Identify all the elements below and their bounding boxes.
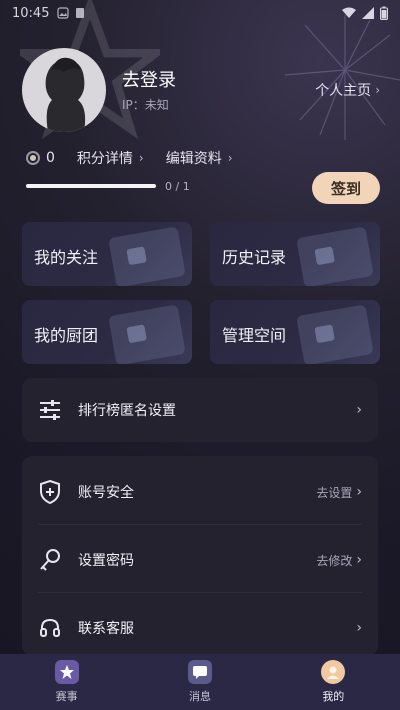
- checkin-button[interactable]: 签到: [312, 172, 380, 204]
- bottom-tab-bar: 赛事 消息 我的: [0, 654, 400, 710]
- card-following[interactable]: 我的关注: [22, 222, 192, 286]
- shield-plus-icon: [38, 480, 62, 504]
- set-password-action: 去修改: [316, 553, 353, 568]
- silhouette-icon: [45, 57, 86, 132]
- card-my-team-label: 我的厨团: [34, 326, 99, 345]
- card-history-label: 历史记录: [222, 248, 287, 267]
- headphones-icon: [38, 616, 62, 640]
- tab-events[interactable]: 赛事: [27, 660, 107, 704]
- card-decoration: [296, 226, 374, 286]
- checkin-progress-bar: [26, 184, 156, 188]
- customer-service-row[interactable]: 联系客服 ›: [22, 600, 378, 656]
- account-panel: 账号安全 去设置 › 设置密码 去修改 › 联系客服 ›: [22, 456, 378, 656]
- avatar[interactable]: [22, 48, 106, 132]
- account-security-action: 去设置: [316, 485, 353, 500]
- gallery-icon: [57, 7, 70, 19]
- key-icon: [38, 548, 62, 572]
- card-decoration: [108, 226, 186, 286]
- ranking-anon-label: 排行榜匿名设置: [78, 403, 176, 419]
- chevron-right-icon: ›: [356, 402, 362, 418]
- tab-mine-label: 我的: [322, 690, 345, 703]
- edit-profile-link[interactable]: 编辑资料: [166, 148, 222, 168]
- ip-text: IP：未知: [122, 98, 169, 112]
- wifi-icon: [342, 7, 356, 18]
- checkin-progress-fill: [26, 184, 156, 188]
- chevron-right-icon: ›: [356, 552, 362, 568]
- status-bar: 10:45: [0, 0, 400, 26]
- points-value: 0: [46, 150, 55, 166]
- chevron-right-icon: ›: [356, 484, 362, 500]
- star-icon: [54, 660, 79, 684]
- card-decoration: [108, 304, 186, 364]
- chevron-right-icon: ›: [227, 151, 233, 165]
- login-link[interactable]: 去登录: [122, 66, 176, 92]
- divider: [38, 524, 362, 525]
- set-password-label: 设置密码: [78, 553, 134, 569]
- chevron-right-icon: ›: [356, 620, 362, 636]
- points-row: 0 积分详情 › 编辑资料 ›: [26, 148, 233, 168]
- signal-icon: [362, 7, 374, 19]
- personal-homepage-link[interactable]: 个人主页 ›: [315, 80, 380, 100]
- card-my-team[interactable]: 我的厨团: [22, 300, 192, 364]
- status-right-icons: [342, 6, 388, 20]
- message-icon: [187, 660, 212, 684]
- battery-icon: [380, 6, 388, 20]
- set-password-row[interactable]: 设置密码 去修改 ›: [22, 532, 378, 588]
- tab-messages-label: 消息: [188, 690, 211, 703]
- divider: [38, 592, 362, 593]
- coin-icon: [26, 151, 40, 165]
- file-icon: [76, 8, 85, 18]
- ranking-anon-setting-row[interactable]: 排行榜匿名设置 ›: [22, 382, 378, 438]
- personal-homepage-label: 个人主页: [315, 83, 372, 99]
- card-management[interactable]: 管理空间: [210, 300, 380, 364]
- checkin-progress-text: 0 / 1: [165, 180, 190, 193]
- status-time: 10:45: [12, 5, 50, 21]
- status-notification-icons: [57, 7, 85, 19]
- account-security-row[interactable]: 账号安全 去设置 ›: [22, 464, 378, 520]
- tab-mine[interactable]: 我的: [293, 660, 373, 704]
- profile-avatar-icon: [321, 660, 346, 684]
- card-management-label: 管理空间: [222, 326, 287, 345]
- chevron-right-icon: ›: [138, 151, 144, 165]
- ranking-settings-panel: 排行榜匿名设置 ›: [22, 378, 378, 442]
- chevron-right-icon: ›: [375, 83, 380, 97]
- customer-service-label: 联系客服: [78, 621, 134, 637]
- points-details-link[interactable]: 积分详情: [77, 148, 133, 168]
- card-following-label: 我的关注: [34, 248, 99, 267]
- tab-messages[interactable]: 消息: [160, 660, 240, 704]
- account-security-label: 账号安全: [78, 485, 134, 501]
- card-decoration: [296, 304, 374, 364]
- card-history[interactable]: 历史记录: [210, 222, 380, 286]
- tab-events-label: 赛事: [55, 690, 78, 703]
- sliders-icon: [38, 398, 62, 422]
